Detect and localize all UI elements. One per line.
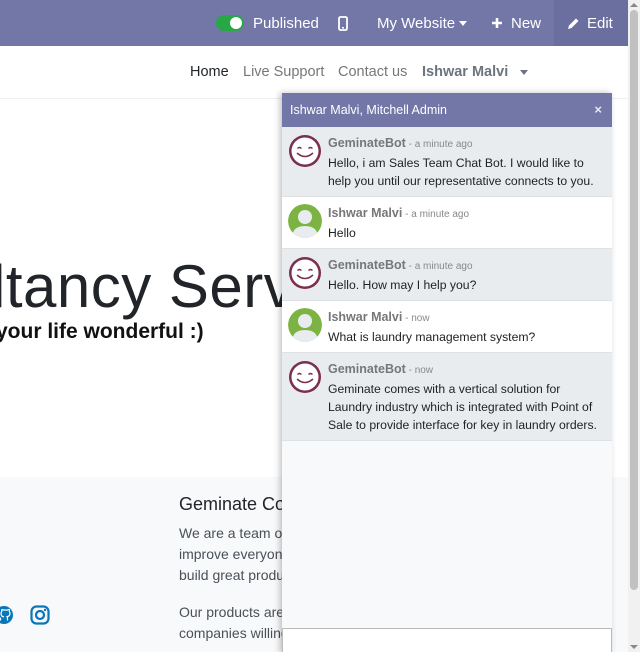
bot-avatar (288, 360, 322, 394)
nav-contact-us[interactable]: Contact us (338, 64, 407, 80)
user-name: Ishwar Malvi (422, 64, 509, 80)
website-editor-bar: Published My Website New Edit (0, 0, 628, 46)
hero-title: ltancy Serv (0, 253, 295, 320)
message-author: Ishwar Malvi (328, 310, 403, 324)
new-label: New (511, 14, 542, 32)
new-button[interactable]: New (491, 0, 541, 46)
mobile-preview-button[interactable] (338, 0, 348, 46)
livechat-header[interactable]: Ishwar Malvi, Mitchell Admin × (282, 93, 612, 127)
chevron-down-icon (520, 69, 529, 75)
message-time: a minute ago (414, 261, 473, 272)
close-icon[interactable]: × (594, 102, 602, 117)
message-time: now (414, 365, 434, 376)
instagram-icon (30, 605, 50, 625)
edit-button[interactable]: Edit (554, 0, 628, 46)
scroll-down-icon[interactable] (630, 645, 638, 649)
smiley-avatar-icon (289, 257, 321, 289)
message-time: a minute ago (414, 139, 473, 150)
pencil-icon (568, 18, 579, 29)
livechat-window: Ishwar Malvi, Mitchell Admin × GeminateB… (282, 93, 612, 652)
footer-text-line: We are a team o (179, 525, 283, 541)
message-author: GeminateBot (328, 362, 406, 376)
plus-icon (492, 18, 502, 28)
user-avatar (288, 204, 322, 238)
message-author: GeminateBot (328, 136, 406, 150)
message-time: now (411, 313, 430, 324)
page-scrollbar[interactable] (628, 0, 640, 652)
chat-message: Ishwar Malvi - a minute ago Hello (282, 197, 612, 249)
chevron-down-icon (459, 20, 468, 26)
person-avatar-icon (288, 204, 322, 238)
chat-message-input[interactable] (282, 628, 612, 652)
footer-text-line: companies willing (179, 625, 289, 641)
nav-user-menu[interactable]: Ishwar Malvi (422, 64, 529, 80)
chat-message: GeminateBot - a minute ago Hello, i am S… (282, 127, 612, 197)
bot-avatar (288, 256, 322, 290)
message-author: GeminateBot (328, 258, 406, 272)
scrollbar-thumb[interactable] (630, 10, 638, 590)
my-website-dropdown[interactable]: My Website (377, 0, 468, 46)
message-body: Hello. How may I help you? (328, 278, 477, 292)
message-body: Hello (328, 226, 356, 240)
message-time: a minute ago (411, 209, 470, 220)
livechat-title: Ishwar Malvi, Mitchell Admin (290, 103, 447, 117)
chat-message: Ishwar Malvi - now What is laundry manag… (282, 301, 612, 353)
message-author: Ishwar Malvi (328, 206, 403, 220)
page: Published My Website New Edit Home Live … (0, 0, 640, 652)
github-link[interactable] (0, 605, 14, 630)
published-label: Published (253, 14, 319, 32)
edit-label: Edit (587, 14, 613, 32)
person-avatar-icon (288, 308, 322, 342)
footer-text-line: improve everyon (179, 546, 283, 562)
nav-live-support[interactable]: Live Support (243, 64, 324, 80)
message-body: What is laundry management system? (328, 330, 536, 344)
footer-heading: Geminate Co (179, 494, 286, 514)
hero-subtitle: your life wonderful :) (0, 320, 204, 343)
chat-message: GeminateBot - now Geminate comes with a … (282, 353, 612, 441)
github-icon (0, 606, 13, 624)
footer-text-line: build great produ (179, 567, 285, 583)
main-navigation: Home Live Support Contact us Ishwar Malv… (0, 46, 628, 99)
instagram-link[interactable] (30, 605, 50, 630)
footer-text-line: Our products are (179, 604, 285, 620)
toggle-switch-icon (216, 15, 244, 31)
chat-message: GeminateBot - a minute ago Hello. How ma… (282, 249, 612, 301)
message-body: Geminate comes with a vertical solution … (328, 382, 597, 432)
message-body: Hello, i am Sales Team Chat Bot. I would… (328, 156, 594, 188)
mobile-icon (338, 15, 348, 31)
scroll-up-icon[interactable] (630, 3, 638, 7)
publish-toggle[interactable]: Published (216, 0, 319, 46)
smiley-avatar-icon (289, 135, 321, 167)
bot-avatar (288, 134, 322, 168)
user-avatar (288, 308, 322, 342)
my-website-label: My Website (377, 14, 456, 32)
nav-home[interactable]: Home (190, 64, 229, 80)
smiley-avatar-icon (289, 361, 321, 393)
